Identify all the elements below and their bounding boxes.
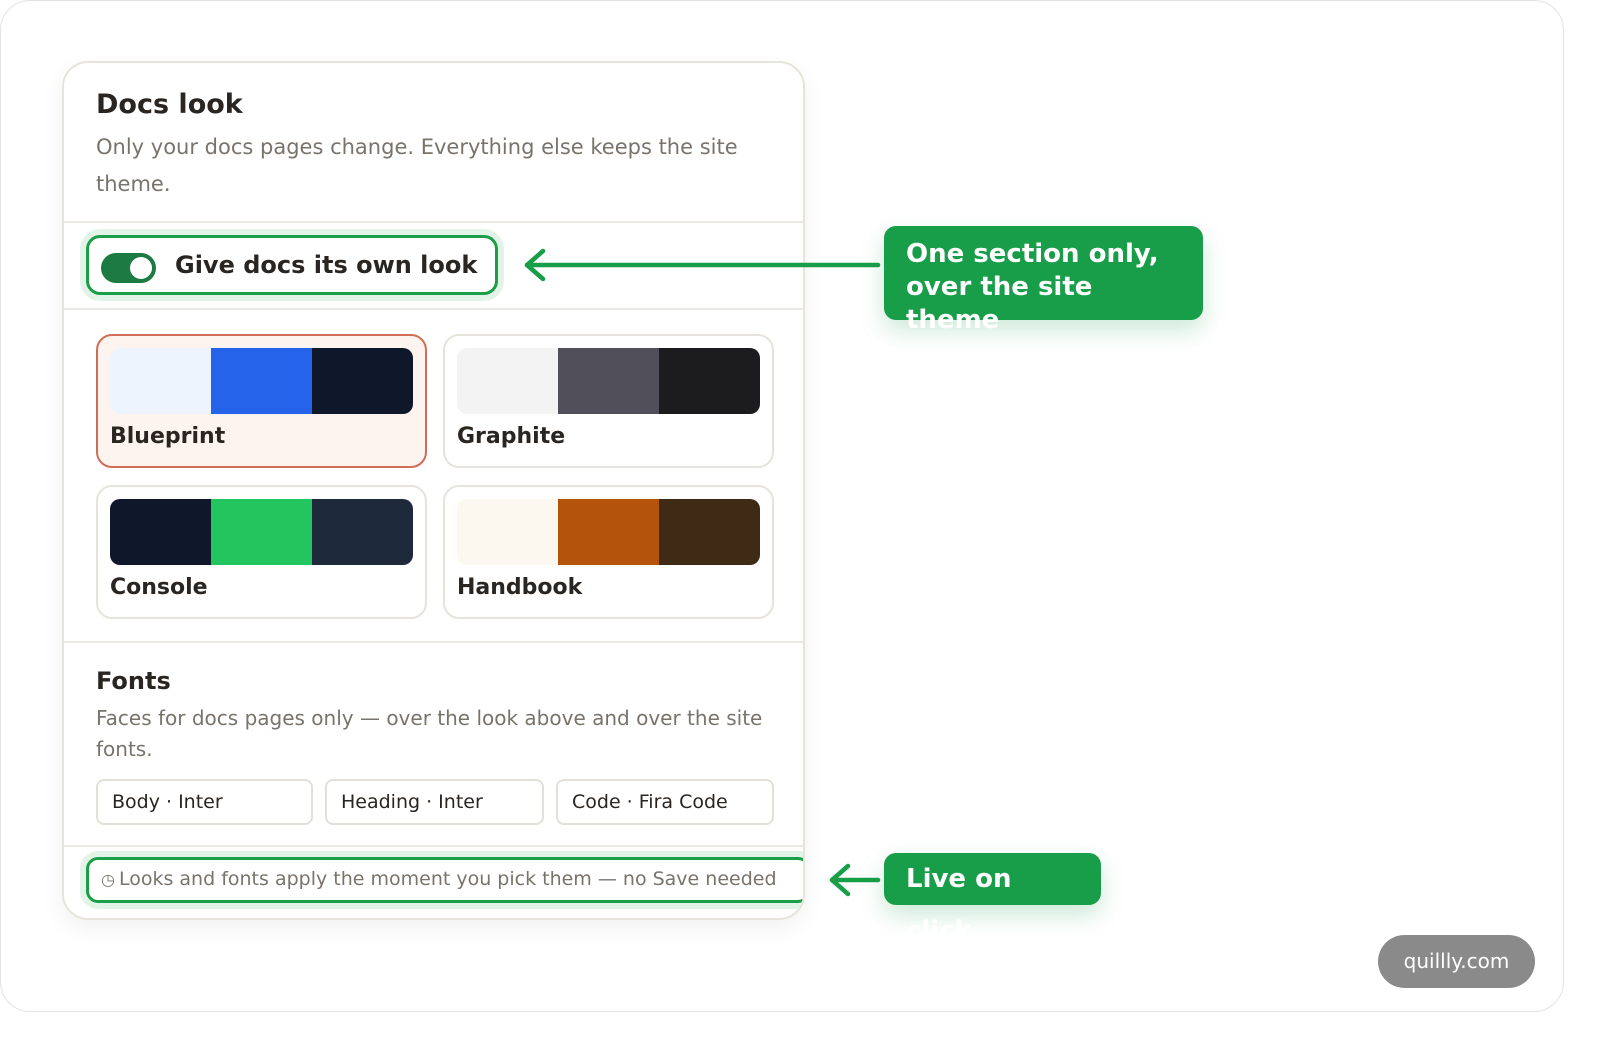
callout-arrows bbox=[524, 248, 881, 897]
callout-section-only: One section only, over the site theme bbox=[884, 226, 1203, 335]
brand-badge: quillly.com bbox=[1378, 935, 1535, 988]
callout-live-on-click: Live on click bbox=[884, 853, 1101, 946]
